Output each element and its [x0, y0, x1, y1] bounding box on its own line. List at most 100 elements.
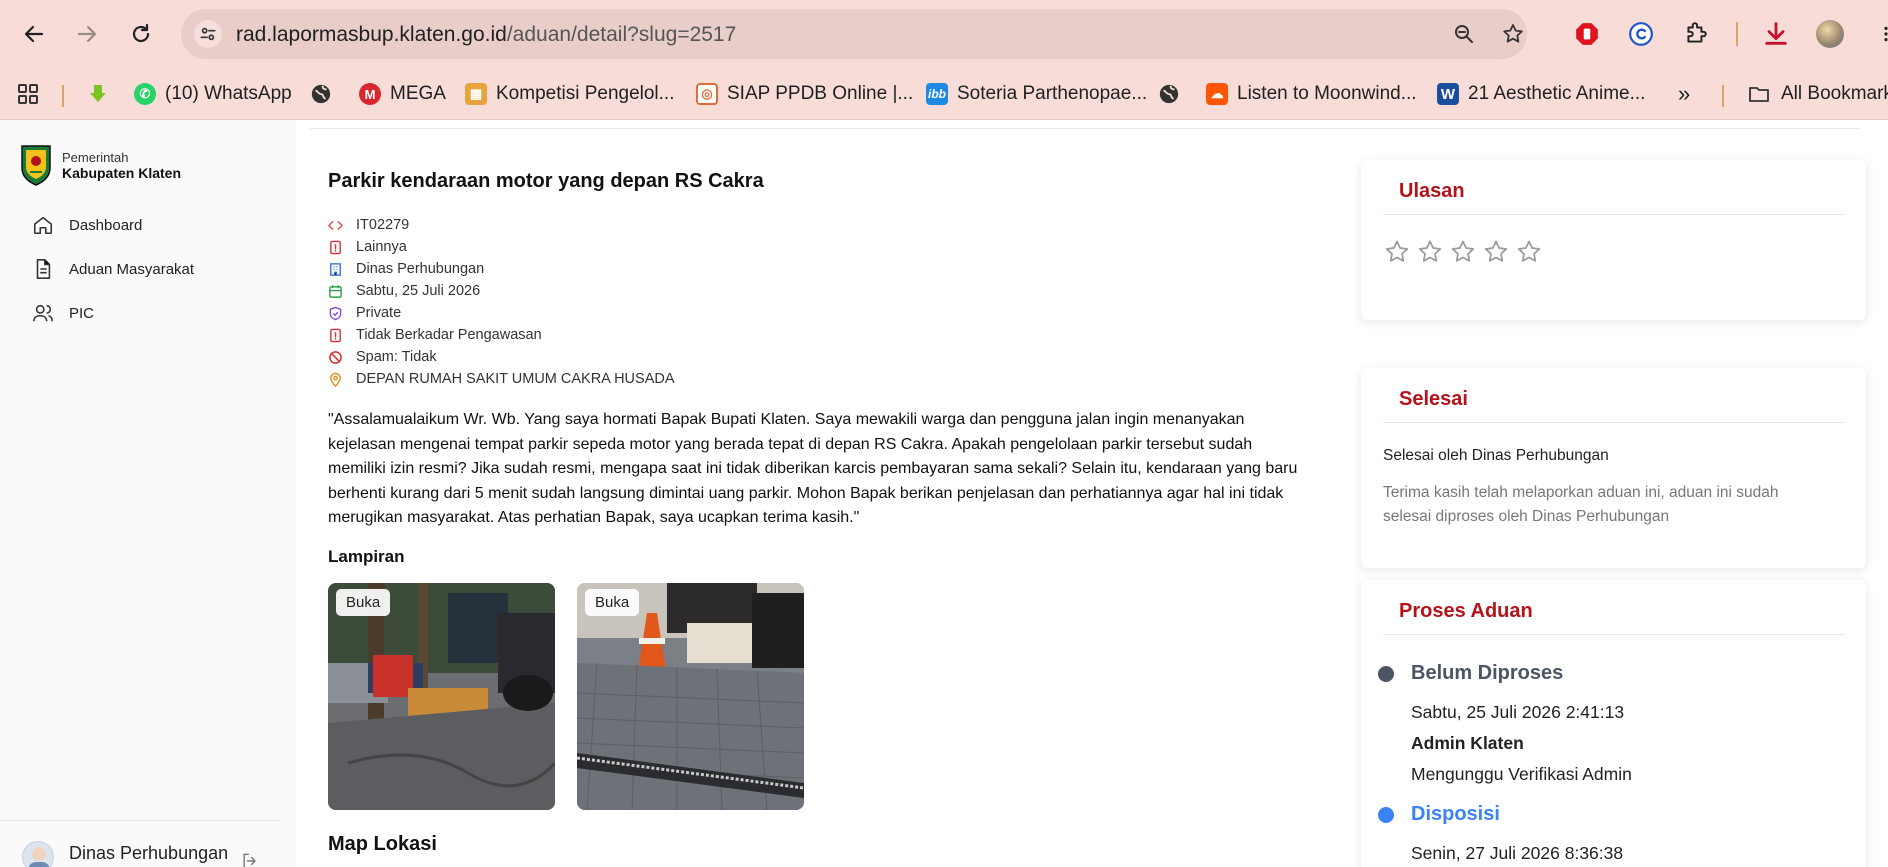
review-card: Ulasan — [1361, 160, 1866, 320]
star-icon[interactable] — [1482, 238, 1510, 266]
open-attachment-button[interactable]: Buka — [336, 589, 391, 616]
back-icon[interactable] — [17, 17, 51, 51]
all-bookmarks-label: All Bookmark — [1781, 83, 1888, 104]
download-icon[interactable] — [1762, 20, 1790, 48]
meta-value: Private — [356, 305, 402, 321]
bookmark-siap-ppdb[interactable]: ◎ SIAP PPDB Online |... — [696, 79, 913, 109]
meta-visibility: Private — [328, 302, 675, 324]
meta-spam: Spam: Tidak — [328, 346, 675, 368]
sidebar: Pemerintah Kabupaten Klaten Dashboard Ad… — [0, 120, 295, 867]
timeline-note: Mengunggu Verifikasi Admin — [1411, 764, 1632, 784]
bookmark-label: MEGA — [390, 83, 446, 104]
bookmarks-bar: ✆ (10) WhatsApp M MEGA ▦ Kompetisi Penge… — [0, 70, 1888, 120]
bookmark-download-icon[interactable] — [86, 79, 110, 109]
apps-icon[interactable] — [16, 79, 40, 109]
finished-by: Selesai oleh Dinas Perhubungan — [1383, 447, 1609, 464]
timeline-dot — [1378, 666, 1394, 682]
timeline-time: Senin, 27 Juli 2026 8:36:38 — [1411, 843, 1624, 863]
profile-avatar[interactable] — [1816, 20, 1844, 48]
users-icon — [33, 304, 53, 322]
avatar[interactable] — [22, 841, 54, 867]
review-heading: Ulasan — [1399, 180, 1465, 202]
bookmark-whatsapp[interactable]: ✆ (10) WhatsApp — [134, 79, 292, 109]
adblock-extension-icon[interactable] — [1573, 20, 1601, 48]
klaten-logo — [21, 145, 51, 186]
site-settings-icon[interactable] — [194, 20, 222, 48]
sidebar-item-aduan-masyarakat[interactable]: Aduan Masyarakat — [32, 255, 194, 283]
divider — [1383, 422, 1845, 423]
bookmark-soteria[interactable]: ibb Soteria Parthenopae... — [926, 79, 1147, 109]
star-icon[interactable] — [1449, 238, 1477, 266]
meta-location: DEPAN RUMAH SAKIT UMUM CAKRA HUSADA — [328, 368, 675, 390]
user-name: Dinas Perhubungan — [69, 843, 229, 863]
sidebar-item-label: Dashboard — [69, 216, 143, 234]
finished-card: Selesai — [1361, 368, 1866, 568]
meta-value: IT02279 — [356, 217, 410, 233]
star-icon[interactable] — [1383, 238, 1411, 266]
ban-icon — [329, 350, 342, 364]
sidebar-item-pic[interactable]: PIC — [32, 299, 94, 327]
extensions-icon[interactable] — [1682, 20, 1710, 48]
meta-value: DEPAN RUMAH SAKIT UMUM CAKRA HUSADA — [356, 371, 675, 387]
sidebar-item-label: PIC — [69, 304, 95, 322]
reload-icon[interactable] — [124, 17, 158, 51]
bookmark-label: Kompetisi Pengelol... — [496, 83, 675, 104]
ibb-icon: ibb — [926, 83, 948, 105]
brand-line2: Kabupaten Klaten — [62, 164, 182, 181]
timeline-time: Sabtu, 25 Juli 2026 2:41:13 — [1411, 702, 1625, 722]
attachment-image — [328, 583, 555, 810]
sidebar-item-dashboard[interactable]: Dashboard — [32, 211, 142, 239]
attachment-image — [577, 583, 804, 810]
all-bookmarks-folder[interactable]: All Bookmark — [1747, 79, 1888, 109]
forward-icon[interactable] — [70, 17, 104, 51]
shield-icon — [329, 306, 342, 320]
bookmark-mega[interactable]: M MEGA — [359, 79, 446, 109]
rating-stars — [1383, 238, 1548, 266]
bookmark-soundcloud[interactable]: ☁ Listen to Moonwind... — [1206, 79, 1417, 109]
bookmark-label: (10) WhatsApp — [165, 83, 292, 104]
alert-file-icon — [330, 240, 341, 254]
star-icon[interactable] — [1515, 238, 1543, 266]
brand[interactable]: Pemerintah Kabupaten Klaten — [20, 144, 181, 186]
process-card: Proses Aduan Belum Diproses Sabtu, 25 Ju… — [1361, 580, 1866, 867]
bookmark-star-icon[interactable] — [1501, 22, 1525, 46]
bookmark-separator — [62, 85, 64, 107]
map-pin-icon — [330, 372, 341, 387]
meta-supervision: Tidak Berkadar Pengawasan — [328, 324, 675, 346]
meta-value: Sabtu, 25 Juli 2026 — [356, 283, 481, 299]
mega-icon: M — [359, 83, 381, 105]
folder-icon — [1749, 87, 1769, 102]
bookmark-separator — [1722, 85, 1724, 107]
finished-heading: Selesai — [1399, 388, 1468, 410]
bookmark-kompetisi[interactable]: ▦ Kompetisi Pengelol... — [465, 79, 675, 109]
complaint-title: Parkir kendaraan motor yang depan RS Cak… — [328, 170, 764, 192]
attachments-heading: Lampiran — [328, 547, 405, 566]
process-heading: Proses Aduan — [1399, 600, 1533, 622]
more-bookmarks-icon[interactable]: » — [1678, 79, 1690, 109]
url-path: /aduan/detail?slug=2517 — [506, 23, 737, 46]
attachment-photo[interactable]: Buka — [577, 583, 804, 810]
siap-ppdb-icon: ◎ — [696, 83, 718, 105]
zoom-icon[interactable] — [1452, 22, 1476, 46]
divider — [1383, 214, 1845, 215]
open-attachment-button[interactable]: Buka — [585, 589, 640, 616]
copyright-extension-icon[interactable] — [1627, 20, 1655, 48]
sidebar-user: Dinas Perhubungan — [0, 820, 280, 867]
calendar-icon — [329, 284, 342, 298]
globe-icon[interactable] — [310, 79, 332, 109]
meta-value: Lainnya — [356, 239, 407, 255]
timeline-status: Belum Diproses — [1411, 662, 1564, 684]
w-icon: W — [1437, 83, 1459, 105]
meta-value: Dinas Perhubungan — [356, 261, 485, 277]
complaint-meta: IT02279 Lainnya Dinas Perhubungan Sabtu,… — [328, 214, 675, 390]
bookmark-label: Soteria Parthenopae... — [957, 83, 1148, 104]
star-icon[interactable] — [1416, 238, 1444, 266]
map-heading: Map Lokasi — [328, 833, 437, 855]
bookmark-aesthetic-anime[interactable]: W 21 Aesthetic Anime... — [1437, 79, 1645, 109]
logout-icon[interactable] — [240, 851, 260, 867]
address-bar[interactable]: rad.lapormasbup.klaten.go.id/aduan/detai… — [181, 9, 1527, 59]
soundcloud-icon: ☁ — [1206, 83, 1228, 105]
globe-icon[interactable] — [1158, 79, 1180, 109]
attachment-photo[interactable]: Buka — [328, 583, 555, 810]
menu-icon[interactable] — [1872, 20, 1888, 48]
